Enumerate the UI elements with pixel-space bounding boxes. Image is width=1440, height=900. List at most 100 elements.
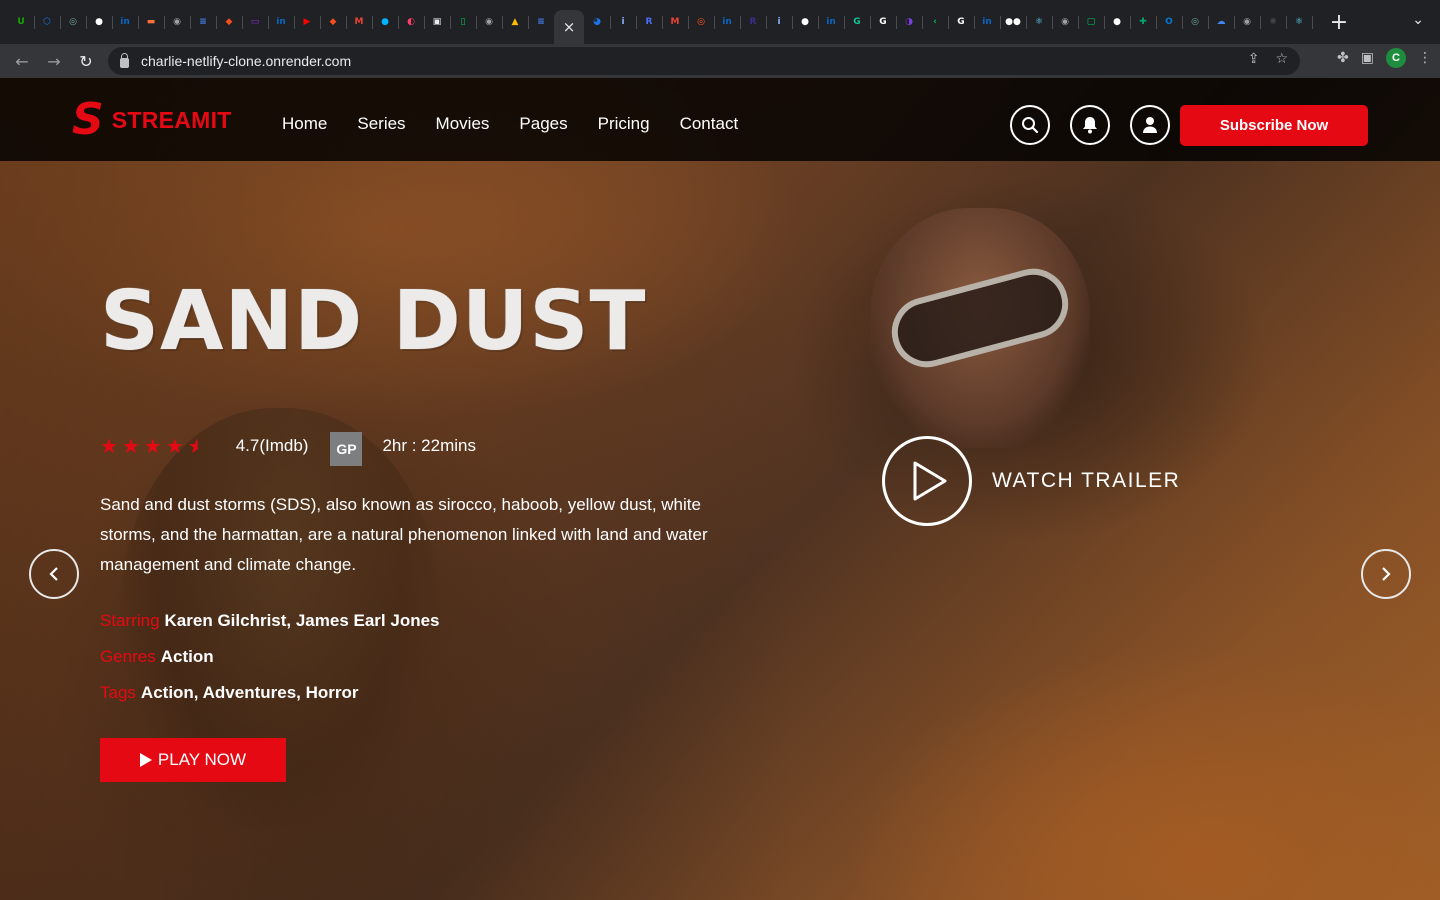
browser-tab[interactable]: ● bbox=[792, 9, 819, 35]
browser-tab[interactable]: in bbox=[714, 9, 741, 35]
browser-tab[interactable]: ◉ bbox=[1234, 9, 1261, 35]
url-text: charlie-netlify-clone.onrender.com bbox=[141, 53, 352, 69]
prev-slide-button[interactable] bbox=[29, 549, 79, 599]
streamit-logo[interactable]: S STREAMIT bbox=[72, 98, 232, 142]
browser-tab[interactable]: in bbox=[818, 9, 845, 35]
browser-tab[interactable]: ◆ bbox=[216, 9, 243, 35]
browser-menu-icon[interactable]: ⋮ bbox=[1418, 50, 1432, 66]
browser-tab[interactable]: in bbox=[268, 9, 295, 35]
share-icon[interactable]: ⇪ bbox=[1248, 51, 1260, 67]
new-tab-icon[interactable]: + bbox=[1326, 10, 1352, 35]
extensions-icon[interactable]: ✤ bbox=[1337, 50, 1349, 66]
forward-icon[interactable]: → bbox=[38, 45, 70, 77]
browser-tab[interactable]: i bbox=[766, 9, 793, 35]
browser-tab[interactable]: ⬡ bbox=[34, 9, 61, 35]
browser-tab[interactable]: G bbox=[870, 9, 897, 35]
camera-icon: ▣ bbox=[432, 17, 442, 27]
browser-tab[interactable]: ◉ bbox=[164, 9, 191, 35]
browser-tab[interactable]: ▶ bbox=[294, 9, 321, 35]
browser-tab[interactable]: ◐ bbox=[398, 9, 425, 35]
watch-trailer[interactable]: WATCH TRAILER bbox=[882, 436, 1180, 526]
browser-tab-strip: U ⬡ ◎ ● in ▬ ◉ ≡ ◆ ▭ in ▶ ◆ M ● ◐ ▣ ▯ ◉ ▲ ≡ × ◕ i R M ◎ in Ri ● in G G ◑ ‹… bbox=[0, 0, 1440, 44]
browser-tab[interactable]: ◆ bbox=[320, 9, 347, 35]
browser-tab[interactable]: ⚛ bbox=[1286, 9, 1313, 35]
browser-tab[interactable]: ✚ bbox=[1130, 9, 1157, 35]
notification-bell-icon[interactable] bbox=[1070, 105, 1110, 145]
chatgpt-icon: ◎ bbox=[1191, 17, 1199, 27]
browser-tab[interactable]: R bbox=[636, 9, 663, 35]
nav-series[interactable]: Series bbox=[357, 114, 405, 134]
movie-description: Sand and dust storms (SDS), also known a… bbox=[100, 495, 708, 574]
globe-icon: ◉ bbox=[1061, 17, 1069, 27]
nav-pages[interactable]: Pages bbox=[519, 114, 567, 134]
browser-tab[interactable]: ⚛ bbox=[1026, 9, 1053, 35]
browser-tab[interactable]: ▢ bbox=[1078, 9, 1105, 35]
subscribe-button[interactable]: Subscribe Now bbox=[1180, 105, 1368, 146]
nav-pricing[interactable]: Pricing bbox=[598, 114, 650, 134]
genres-label: Genres bbox=[100, 647, 156, 666]
browser-tab[interactable]: ‹ bbox=[922, 9, 949, 35]
tab-search-icon[interactable]: ⌄ bbox=[1412, 12, 1424, 28]
browser-tab[interactable]: U bbox=[8, 9, 35, 35]
next-slide-button[interactable] bbox=[1361, 549, 1411, 599]
browser-tab[interactable]: G bbox=[948, 9, 975, 35]
address-bar[interactable]: charlie-netlify-clone.onrender.com ⇪ ☆ bbox=[108, 47, 1300, 75]
nav-home[interactable]: Home bbox=[282, 114, 327, 134]
browser-tab[interactable]: ▣ bbox=[424, 9, 451, 35]
side-panel-icon[interactable]: ▣ bbox=[1361, 50, 1374, 66]
gmail-icon: M bbox=[670, 17, 680, 27]
browser-tab[interactable]: in bbox=[974, 9, 1001, 35]
bookmark-star-icon[interactable]: ☆ bbox=[1275, 51, 1288, 67]
browser-tab[interactable]: ▬ bbox=[138, 9, 165, 35]
grammarly-icon: G bbox=[853, 17, 861, 27]
youtube-icon: ▶ bbox=[303, 17, 311, 27]
browser-tab[interactable]: ▭ bbox=[242, 9, 269, 35]
reload-icon[interactable]: ↻ bbox=[70, 45, 102, 77]
browser-tab[interactable]: in bbox=[112, 9, 139, 35]
ph-icon: ◑ bbox=[905, 17, 913, 27]
browser-tab[interactable]: i bbox=[610, 9, 637, 35]
plus-square-icon: ✚ bbox=[1139, 17, 1147, 27]
watch-trailer-label: WATCH TRAILER bbox=[992, 469, 1181, 492]
browser-tab[interactable]: ◎ bbox=[60, 9, 87, 35]
movie-title: SAND DUST bbox=[100, 274, 647, 369]
browser-tab[interactable]: ◎ bbox=[688, 9, 715, 35]
browser-tab[interactable]: ◑ bbox=[896, 9, 923, 35]
browser-tab[interactable]: M bbox=[662, 9, 689, 35]
browser-tab[interactable]: ◉ bbox=[476, 9, 503, 35]
nav-contact[interactable]: Contact bbox=[680, 114, 739, 134]
profile-avatar[interactable]: C bbox=[1386, 48, 1406, 68]
browser-tab[interactable]: ● bbox=[372, 9, 399, 35]
browser-tab[interactable]: ●● bbox=[1000, 9, 1027, 35]
globe-icon: ◉ bbox=[485, 17, 493, 27]
browser-tab[interactable]: ✺ bbox=[1260, 9, 1287, 35]
browser-tab[interactable]: ● bbox=[1104, 9, 1131, 35]
docs-icon: ≡ bbox=[199, 17, 207, 27]
browser-tab[interactable]: ☁ bbox=[1208, 9, 1235, 35]
browser-tab[interactable]: G bbox=[844, 9, 871, 35]
trailer-play-icon[interactable] bbox=[882, 436, 972, 526]
browser-tab[interactable]: ▯ bbox=[450, 9, 477, 35]
browser-tab[interactable]: × bbox=[554, 10, 584, 44]
site-header: S STREAMIT Home Series Movies Pages Pric… bbox=[0, 78, 1440, 161]
browser-tab[interactable]: ◉ bbox=[1052, 9, 1079, 35]
r-icon: R bbox=[749, 17, 757, 27]
browser-tab[interactable]: ◎ bbox=[1182, 9, 1209, 35]
nav-movies[interactable]: Movies bbox=[436, 114, 490, 134]
browser-tab[interactable]: M bbox=[346, 9, 373, 35]
browser-tab[interactable]: ● bbox=[86, 9, 113, 35]
close-icon[interactable]: × bbox=[563, 18, 576, 36]
tags-label: Tags bbox=[100, 683, 136, 702]
browser-tab[interactable]: ◕ bbox=[584, 9, 611, 35]
search-icon[interactable] bbox=[1010, 105, 1050, 145]
browser-tab[interactable]: ▲ bbox=[502, 9, 529, 35]
back-icon[interactable]: ← bbox=[6, 45, 38, 77]
browser-tab[interactable]: ≡ bbox=[528, 9, 555, 35]
browser-tab[interactable]: O bbox=[1156, 9, 1183, 35]
user-profile-icon[interactable] bbox=[1130, 105, 1170, 145]
play-now-button[interactable]: PLAY NOW bbox=[100, 738, 286, 782]
star-full-icon: ★ bbox=[143, 434, 162, 458]
age-rating-badge: GP bbox=[330, 432, 363, 466]
browser-tab[interactable]: ≡ bbox=[190, 9, 217, 35]
browser-tab[interactable]: R bbox=[740, 9, 767, 35]
